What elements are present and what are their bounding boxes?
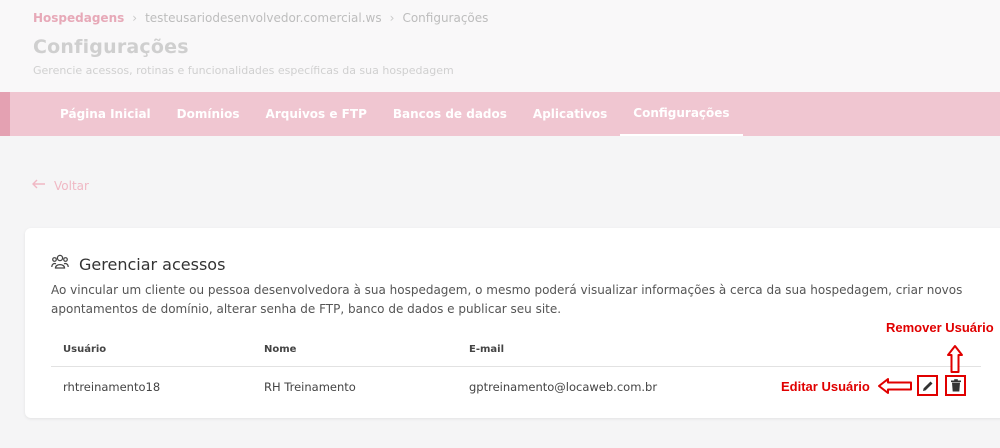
back-link[interactable]: Voltar bbox=[32, 178, 89, 193]
page-title: Configurações bbox=[33, 36, 189, 58]
annotation-arrow-left-icon bbox=[878, 378, 912, 394]
pencil-icon bbox=[922, 381, 932, 391]
breadcrumb-domain[interactable]: testeusariodesenvolvedor.comercial.ws bbox=[145, 11, 382, 25]
cell-nome: RH Treinamento bbox=[264, 380, 356, 394]
tab-bancos-de-dados[interactable]: Bancos de dados bbox=[380, 92, 520, 136]
annotation-remove-user: Remover Usuário bbox=[886, 320, 994, 335]
annotation-arrow-up-icon bbox=[947, 345, 963, 373]
breadcrumb-current: Configurações bbox=[402, 11, 489, 25]
nav-bar: Página Inicial Domínios Arquivos e FTP B… bbox=[0, 92, 1000, 136]
users-table: Usuário Nome E-mail rhtreinamento18 RH T… bbox=[51, 332, 981, 407]
card-title: Gerenciar acessos bbox=[51, 254, 225, 274]
breadcrumb: Hospedagens › testeusariodesenvolvedor.c… bbox=[33, 11, 488, 25]
chevron-right-icon: › bbox=[389, 11, 395, 25]
cell-email: gptreinamento@locaweb.com.br bbox=[469, 380, 658, 394]
tab-dominios[interactable]: Domínios bbox=[164, 92, 253, 136]
table-header: Usuário Nome E-mail bbox=[51, 332, 981, 367]
edit-user-button[interactable] bbox=[917, 375, 938, 396]
trash-icon bbox=[950, 379, 961, 392]
tab-aplicativos[interactable]: Aplicativos bbox=[520, 92, 620, 136]
tab-arquivos-ftp[interactable]: Arquivos e FTP bbox=[253, 92, 380, 136]
col-usuario: Usuário bbox=[63, 343, 107, 355]
page-subtitle: Gerencie acessos, rotinas e funcionalida… bbox=[33, 64, 454, 77]
page-header: Hospedagens › testeusariodesenvolvedor.c… bbox=[0, 0, 1000, 92]
tab-configuracoes[interactable]: Configurações bbox=[620, 92, 743, 136]
annotation-edit-user: Editar Usuário bbox=[781, 379, 870, 394]
back-label: Voltar bbox=[54, 178, 89, 193]
card-title-text: Gerenciar acessos bbox=[79, 254, 226, 274]
arrow-left-icon bbox=[32, 178, 46, 193]
delete-user-button[interactable] bbox=[945, 375, 966, 396]
users-icon bbox=[51, 254, 69, 274]
col-nome: Nome bbox=[264, 343, 297, 355]
col-email: E-mail bbox=[469, 343, 505, 355]
breadcrumb-hospedagens[interactable]: Hospedagens bbox=[33, 11, 124, 25]
cell-usuario: rhtreinamento18 bbox=[63, 380, 161, 394]
card-description: Ao vincular um cliente ou pessoa desenvo… bbox=[51, 283, 963, 316]
nav-tabs: Página Inicial Domínios Arquivos e FTP B… bbox=[47, 92, 743, 136]
chevron-right-icon: › bbox=[132, 11, 138, 25]
tab-pagina-inicial[interactable]: Página Inicial bbox=[47, 92, 164, 136]
